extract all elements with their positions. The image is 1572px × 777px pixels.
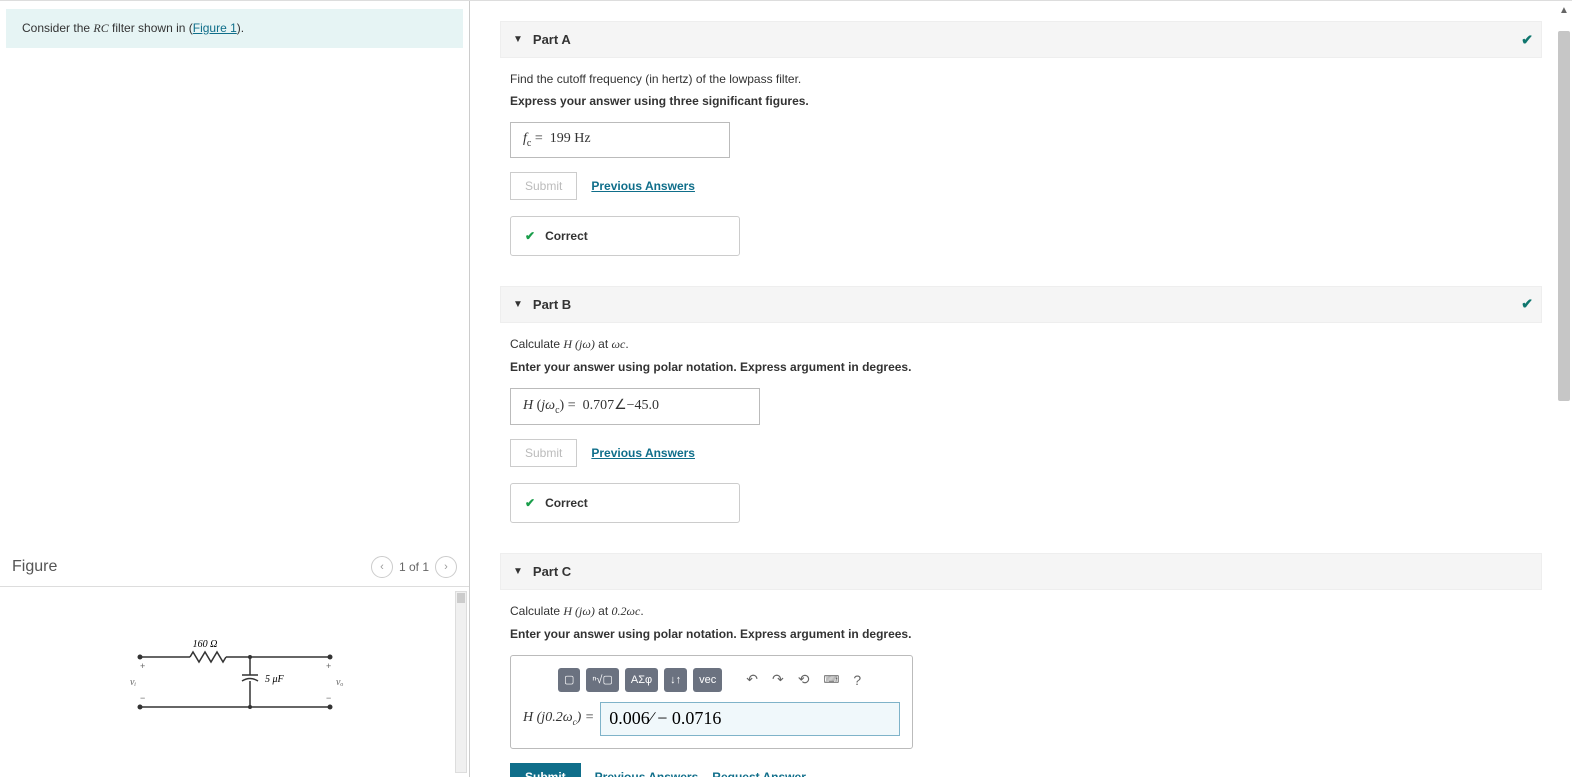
svg-text:+: + bbox=[140, 661, 145, 671]
svg-text:160 Ω: 160 Ω bbox=[192, 639, 217, 650]
part-b-title: Part B bbox=[533, 297, 571, 312]
part-b-instruction: Calculate H (jω) at ωc. bbox=[510, 337, 1532, 352]
part-c: ▼ Part C Calculate H (jω) at 0.2ωc. Ente… bbox=[500, 553, 1542, 777]
figure-header: Figure ‹ 1 of 1 › bbox=[0, 548, 469, 587]
part-b: ▼ Part B ✔ Calculate H (jω) at ωc. Enter… bbox=[500, 286, 1542, 533]
part-a: ▼ Part A ✔ Find the cutoff frequency (in… bbox=[500, 21, 1542, 266]
eq-label: H (j0.2ωc) = bbox=[523, 710, 594, 727]
part-b-feedback: ✔ Correct bbox=[510, 483, 740, 523]
part-a-instruction-bold: Express your answer using three signific… bbox=[510, 94, 1532, 108]
pager-prev-button[interactable]: ‹ bbox=[371, 556, 393, 578]
root-button[interactable]: ⁿ√▢ bbox=[586, 668, 618, 692]
part-c-title: Part C bbox=[533, 564, 571, 579]
prompt-rc: RC bbox=[93, 21, 108, 35]
figure-area: 160 Ω 5 μF + − + − vᵢ vₒ bbox=[0, 587, 469, 777]
part-b-submit-button: Submit bbox=[510, 439, 577, 467]
prompt-text-3: ). bbox=[237, 21, 244, 35]
circuit-diagram: 160 Ω 5 μF + − + − vᵢ vₒ bbox=[120, 637, 350, 727]
svg-text:vᵢ: vᵢ bbox=[130, 677, 136, 688]
svg-text:+: + bbox=[326, 661, 331, 671]
keyboard-icon[interactable]: ⌨ bbox=[823, 673, 839, 686]
right-scrollbar[interactable] bbox=[1558, 31, 1570, 401]
svg-text:5 μF: 5 μF bbox=[265, 674, 285, 685]
right-panel: ▲ ▼ Part A ✔ Find the cutoff frequency (… bbox=[470, 1, 1572, 777]
part-a-answer: fc = 199 Hz bbox=[510, 122, 730, 158]
template-button[interactable]: ▢ bbox=[558, 668, 580, 692]
part-b-previous-answers-link[interactable]: Previous Answers bbox=[591, 446, 695, 460]
svg-text:−: − bbox=[140, 693, 145, 703]
collapse-icon: ▼ bbox=[513, 566, 523, 577]
problem-prompt: Consider the RC filter shown in (Figure … bbox=[6, 9, 463, 48]
request-answer-link[interactable]: Request Answer bbox=[712, 770, 806, 777]
figure-link[interactable]: Figure 1 bbox=[193, 21, 237, 35]
figure-scrollbar[interactable] bbox=[455, 591, 467, 773]
part-a-submit-button: Submit bbox=[510, 172, 577, 200]
part-a-instruction: Find the cutoff frequency (in hertz) of … bbox=[510, 72, 1532, 86]
check-icon: ✔ bbox=[1521, 31, 1533, 48]
vec-button[interactable]: vec bbox=[693, 668, 722, 692]
part-b-body: Calculate H (jω) at ωc. Enter your answe… bbox=[500, 323, 1542, 533]
part-c-submit-button[interactable]: Submit bbox=[510, 763, 581, 777]
part-c-header[interactable]: ▼ Part C bbox=[500, 553, 1542, 590]
scroll-up-icon[interactable]: ▲ bbox=[1556, 5, 1572, 16]
help-icon[interactable]: ? bbox=[853, 672, 861, 688]
check-icon: ✔ bbox=[1521, 296, 1533, 313]
svg-text:vₒ: vₒ bbox=[336, 677, 343, 688]
part-a-title: Part A bbox=[533, 32, 571, 47]
pager-next-button[interactable]: › bbox=[435, 556, 457, 578]
collapse-icon: ▼ bbox=[513, 299, 523, 310]
greek-button[interactable]: ΑΣφ bbox=[625, 668, 658, 692]
part-c-previous-answers-link[interactable]: Previous Answers bbox=[595, 770, 699, 777]
undo-icon[interactable]: ↶ bbox=[746, 671, 758, 688]
part-c-body: Calculate H (jω) at 0.2ωc. Enter your an… bbox=[500, 590, 1542, 777]
equation-input[interactable] bbox=[600, 702, 900, 736]
svg-text:−: − bbox=[326, 693, 331, 703]
equation-editor: ▢ ⁿ√▢ ΑΣφ ↓↑ vec ↶ ↷ ⟲ ⌨ ? bbox=[510, 655, 913, 749]
part-b-answer-value: 0.707∠−45.0 bbox=[583, 398, 659, 413]
part-a-feedback-text: Correct bbox=[545, 229, 588, 243]
part-c-instruction-bold: Enter your answer using polar notation. … bbox=[510, 627, 1532, 641]
part-a-body: Find the cutoff frequency (in hertz) of … bbox=[500, 58, 1542, 266]
prompt-text: Consider the bbox=[22, 21, 93, 35]
figure-pager: ‹ 1 of 1 › bbox=[371, 556, 457, 578]
part-b-instruction-bold: Enter your answer using polar notation. … bbox=[510, 360, 1532, 374]
prompt-text-2: filter shown in ( bbox=[109, 21, 193, 35]
figure-title: Figure bbox=[12, 558, 57, 576]
content-scroll[interactable]: ▼ Part A ✔ Find the cutoff frequency (in… bbox=[470, 1, 1572, 777]
part-a-previous-answers-link[interactable]: Previous Answers bbox=[591, 179, 695, 193]
subscript-button[interactable]: ↓↑ bbox=[664, 668, 687, 692]
equation-toolbar: ▢ ⁿ√▢ ΑΣφ ↓↑ vec ↶ ↷ ⟲ ⌨ ? bbox=[523, 668, 900, 692]
part-a-feedback: ✔ Correct bbox=[510, 216, 740, 256]
check-icon: ✔ bbox=[525, 229, 535, 243]
part-b-header[interactable]: ▼ Part B ✔ bbox=[500, 286, 1542, 323]
part-a-answer-value: 199 Hz bbox=[550, 131, 591, 146]
part-b-answer: H (jωc) = 0.707∠−45.0 bbox=[510, 388, 760, 425]
redo-icon[interactable]: ↷ bbox=[772, 671, 784, 688]
reset-icon[interactable]: ⟲ bbox=[798, 671, 810, 688]
part-a-header[interactable]: ▼ Part A ✔ bbox=[500, 21, 1542, 58]
collapse-icon: ▼ bbox=[513, 34, 523, 45]
pager-text: 1 of 1 bbox=[399, 560, 429, 574]
part-c-instruction: Calculate H (jω) at 0.2ωc. bbox=[510, 604, 1532, 619]
check-icon: ✔ bbox=[525, 496, 535, 510]
part-b-feedback-text: Correct bbox=[545, 496, 588, 510]
left-panel: Consider the RC filter shown in (Figure … bbox=[0, 1, 470, 777]
